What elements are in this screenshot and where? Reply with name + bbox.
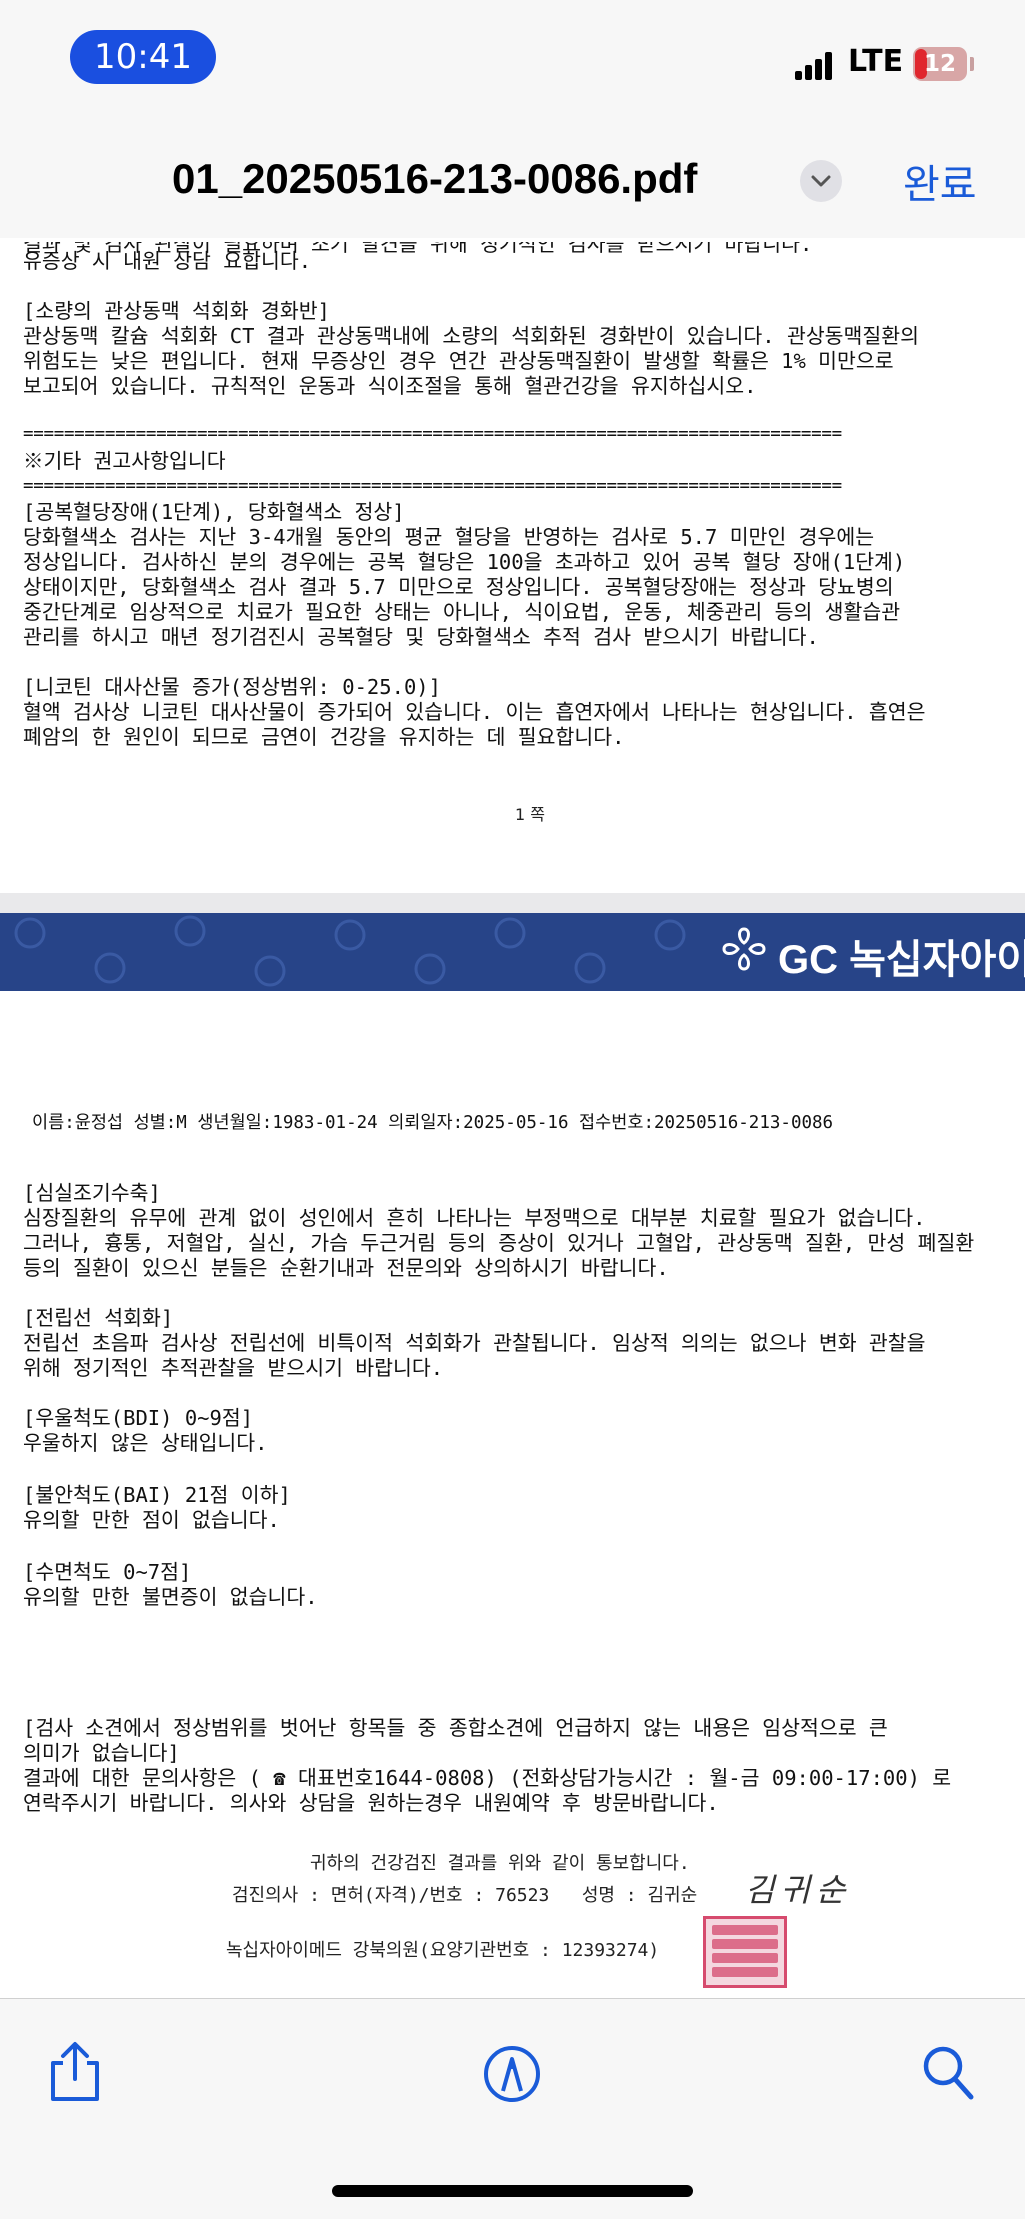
text-line: 당화혈색소 검사는 지난 3-4개월 동안의 평균 혈당을 반영하는 검사로 5… <box>23 525 875 549</box>
section-heading: [니코틴 대사산물 증가(정상범위: 0-25.0)] <box>23 675 441 699</box>
chevron-down-icon[interactable] <box>800 160 842 202</box>
text-line: 중간단계로 임상적으로 치료가 필요한 상태는 아니나, 식이요법, 운동, 체… <box>23 600 901 624</box>
text-line: 관상동맥 칼슘 석회화 CT 결과 관상동맥내에 소량의 석회화된 경화반이 있… <box>23 324 919 348</box>
text-line: 상태이지만, 당화혈색소 검사 결과 5.7 미만으로 정상입니다. 공복혈당장… <box>23 575 894 599</box>
nav-bar: 01_20250516-213-0086.pdf 완료 <box>0 120 1025 239</box>
text-line: 유증상 시 내원 상담 요합니다. <box>23 249 312 273</box>
cellular-signal-icon <box>795 50 839 80</box>
battery-level: 12 <box>923 51 956 77</box>
clinic-info: 녹십자아이메드 강북의원(요양기관번호 : 12393274) <box>226 1940 660 1961</box>
home-indicator[interactable] <box>332 2185 693 2197</box>
section-heading: [공복혈당장애(1단계), 당화혈색소 정상] <box>23 500 405 524</box>
done-button[interactable]: 완료 <box>903 152 977 210</box>
text-line: 심장질환의 유무에 관계 없이 성인에서 흔히 나타나는 부정맥으로 대부분 치… <box>23 1206 926 1230</box>
text-line: 유의할 만한 점이 없습니다. <box>23 1508 280 1532</box>
pdf-page-2[interactable]: GC 녹십자아이메드 이름:윤정섭 성별:M 생년월일:1983-01-24 의… <box>0 913 1025 1998</box>
status-time[interactable]: 10:41 <box>70 30 216 84</box>
patient-info: 이름:윤정섭 성별:M 생년월일:1983-01-24 의뢰일자:2025-05… <box>32 1113 834 1133</box>
notice-line: 연락주시기 바랍니다. 의사와 상담을 원하는경우 내원예약 후 방문바랍니다. <box>23 1791 719 1815</box>
text-line: 그러나, 흉통, 저혈압, 실신, 가슴 두근거림 등의 증상이 있거나 고혈압… <box>23 1231 975 1255</box>
doctor-signature: 김귀순 <box>745 1871 852 1909</box>
notice-line: 결과에 대한 문의사항은 ( ☎ 대표번호1644-0808) (전화상담가능시… <box>23 1766 952 1790</box>
section-heading: [불안척도(BAI) 21점 이하] <box>23 1483 291 1507</box>
network-label: LTE <box>848 44 904 79</box>
text-line: 위험도는 낮은 편입니다. 현재 무증상인 경우 연간 관상동맥질환이 발생할 … <box>23 349 894 373</box>
divider-line: ========================================… <box>23 476 842 496</box>
section-heading: [심실조기수축] <box>23 1181 161 1205</box>
share-icon[interactable] <box>45 2039 105 2105</box>
divider-line: ========================================… <box>23 424 842 444</box>
status-bar: 10:41 LTE 12 <box>0 0 1025 120</box>
pdf-page-1[interactable]: 결과 및 검사 관찰이 필요하며 조기 발견을 위해 정기적인 검사를 받으시기… <box>0 238 1025 893</box>
section-heading: [소량의 관상동맥 석회화 경화반] <box>23 299 330 323</box>
page-number: 1 쪽 <box>515 805 545 824</box>
section-heading: [수면척도 0~7점] <box>23 1560 192 1584</box>
notice-line: 의미가 없습니다] <box>23 1741 180 1765</box>
brand-name: GC 녹십자아이메드 <box>778 938 1025 982</box>
search-icon[interactable] <box>918 2039 978 2105</box>
battery-tip <box>970 57 974 71</box>
document-title[interactable]: 01_20250516-213-0086.pdf <box>172 155 697 203</box>
bottom-toolbar <box>0 1998 1025 2219</box>
notify-text: 귀하의 건강검진 결과를 위와 같이 통보합니다. <box>310 1853 690 1874</box>
header-banner: GC 녹십자아이메드 <box>0 913 1025 991</box>
text-line: 전립선 초음파 검사상 전립선에 비특이적 석회화가 관찰됩니다. 임상적 의의… <box>23 1331 926 1355</box>
official-seal-stamp <box>703 1916 787 1988</box>
battery-icon: 12 <box>913 47 967 81</box>
text-line: 보고되어 있습니다. 규칙적인 운동과 식이조절을 통해 혈관건강을 유지하십시… <box>23 374 757 398</box>
text-line: 혈액 검사상 니코틴 대사산물이 증가되어 있습니다. 이는 흡연자에서 나타나… <box>23 700 926 724</box>
text-line: 폐암의 한 원인이 되므로 금연이 건강을 유지하는 데 필요합니다. <box>23 725 625 749</box>
markup-icon[interactable] <box>482 2039 542 2105</box>
text-line: 정상입니다. 검사하신 분의 경우에는 공복 혈당은 100을 초과하고 있어 … <box>23 550 906 574</box>
section-heading: [우울척도(BDI) 0~9점] <box>23 1406 254 1430</box>
doctor-info: 검진의사 : 면허(자격)/번호 : 76523 성명 : 김귀순 <box>232 1885 698 1906</box>
text-line: 우울하지 않은 상태입니다. <box>23 1431 268 1455</box>
section-heading: [전립선 석회화] <box>23 1306 174 1330</box>
gc-logo-icon <box>722 927 766 971</box>
notice-line: [검사 소견에서 정상범위를 벗어난 항목들 중 종합소견에 언급하지 않는 내… <box>23 1716 888 1740</box>
text-line: 유의할 만한 불면증이 없습니다. <box>23 1585 318 1609</box>
text-line: 등의 질환이 있으신 분들은 순환기내과 전문의와 상의하시기 바랍니다. <box>23 1256 669 1280</box>
text-line: 관리를 하시고 매년 정기검진시 공복혈당 및 당화혈색소 추적 검사 받으시기… <box>23 625 819 649</box>
text-line: 위해 정기적인 추적관찰을 받으시기 바랍니다. <box>23 1356 444 1380</box>
section-heading: ※기타 권고사항입니다 <box>23 449 226 473</box>
